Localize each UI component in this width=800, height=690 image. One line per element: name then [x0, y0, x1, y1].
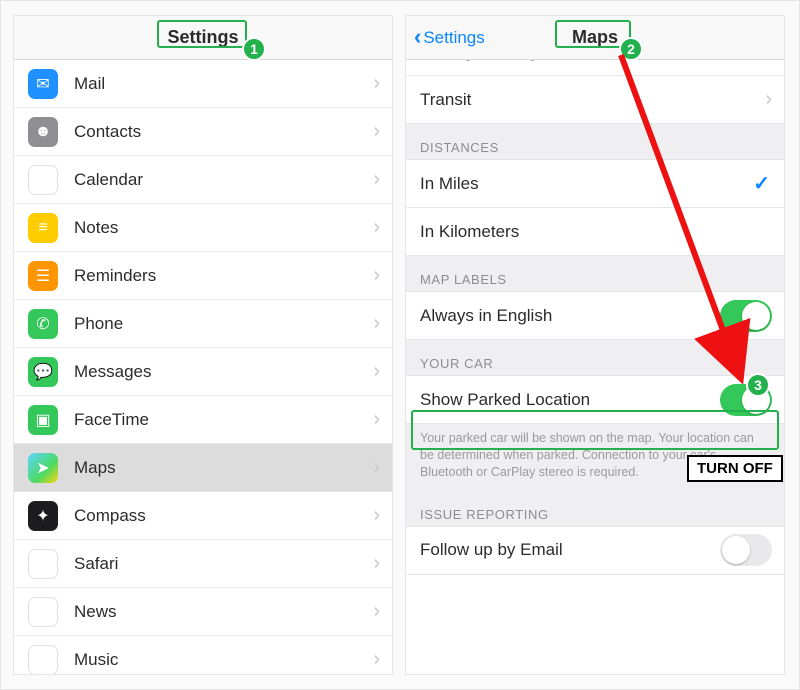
chevron-right-icon: ›	[373, 168, 380, 191]
safari-icon: ◎	[28, 549, 58, 579]
annotation-turn-off-label: TURN OFF	[687, 455, 783, 482]
row-always-english[interactable]: Always in English	[406, 292, 784, 340]
chevron-right-icon: ›	[373, 312, 380, 335]
compass-icon: ✦	[28, 501, 58, 531]
group-map-labels: MAP LABELS	[406, 256, 784, 292]
settings-row-calendar[interactable]: 17 Calendar ›	[14, 156, 392, 204]
annotation-badge-1: 1	[242, 37, 266, 61]
settings-panel: Settings ✉︎ Mail › ☻ Contacts › 17 Calen…	[13, 15, 393, 675]
maps-title: Maps	[572, 27, 618, 48]
settings-row-messages[interactable]: 💬 Messages ›	[14, 348, 392, 396]
row-show-parked-location[interactable]: Show Parked Location	[406, 376, 784, 424]
contacts-icon: ☻	[28, 117, 58, 147]
settings-row-maps[interactable]: ➤ Maps ›	[14, 444, 392, 492]
settings-row-label: Calendar	[74, 170, 143, 190]
settings-row-phone[interactable]: ✆ Phone ›	[14, 300, 392, 348]
chevron-right-icon: ›	[373, 456, 380, 479]
settings-row-facetime[interactable]: ▣ FaceTime ›	[14, 396, 392, 444]
row-label: Always in English	[420, 306, 552, 326]
calendar-icon: 17	[28, 165, 58, 195]
settings-row-label: Contacts	[74, 122, 141, 142]
settings-navbar: Settings	[14, 16, 392, 60]
row-label: Show Parked Location	[420, 390, 590, 410]
maps-icon: ➤	[28, 453, 58, 483]
news-icon: N	[28, 597, 58, 627]
settings-row-notes[interactable]: ≡ Notes ›	[14, 204, 392, 252]
settings-row-label: Mail	[74, 74, 105, 94]
chevron-right-icon: ›	[373, 600, 380, 623]
settings-row-reminders[interactable]: ☰ Reminders ›	[14, 252, 392, 300]
messages-icon: 💬	[28, 357, 58, 387]
reminders-icon: ☰	[28, 261, 58, 291]
music-icon: ♫	[28, 645, 58, 675]
settings-title: Settings	[167, 27, 238, 48]
settings-row-label: Compass	[74, 506, 146, 526]
row-in-miles[interactable]: In Miles ✓	[406, 160, 784, 208]
settings-row-label: Maps	[74, 458, 116, 478]
chevron-right-icon: ›	[765, 88, 772, 111]
settings-row-music[interactable]: ♫ Music ›	[14, 636, 392, 675]
chevron-right-icon: ›	[373, 408, 380, 431]
toggle-always-english[interactable]	[720, 300, 772, 332]
chevron-right-icon: ›	[373, 120, 380, 143]
back-button[interactable]: ‹ Settings	[414, 28, 485, 48]
checkmark-icon: ✓	[753, 171, 770, 196]
chevron-right-icon: ›	[373, 360, 380, 383]
row-in-kilometers[interactable]: In Kilometers	[406, 208, 784, 256]
chevron-right-icon: ›	[373, 648, 380, 671]
notes-icon: ≡	[28, 213, 58, 243]
toggle-follow-up-email[interactable]	[720, 534, 772, 566]
annotation-badge-2: 2	[619, 37, 643, 61]
group-distances: DISTANCES	[406, 124, 784, 160]
maps-navbar: ‹ Settings Maps	[406, 16, 784, 60]
row-label: Driving & Navigation	[420, 60, 574, 62]
chevron-right-icon: ›	[373, 216, 380, 239]
envelope-icon: ✉︎	[28, 69, 58, 99]
settings-row-compass[interactable]: ✦ Compass ›	[14, 492, 392, 540]
back-label: Settings	[423, 28, 484, 48]
row-driving-navigation-clipped: Driving & Navigation ›	[406, 60, 784, 76]
row-label: Follow up by Email	[420, 540, 563, 560]
row-follow-up-email[interactable]: Follow up by Email	[406, 527, 784, 575]
settings-row-mail[interactable]: ✉︎ Mail ›	[14, 60, 392, 108]
settings-row-label: Phone	[74, 314, 123, 334]
chevron-left-icon: ‹	[414, 26, 421, 48]
settings-row-label: Safari	[74, 554, 118, 574]
maps-panel: ‹ Settings Maps Driving & Navigation › T…	[405, 15, 785, 675]
row-label: In Miles	[420, 174, 479, 194]
settings-row-contacts[interactable]: ☻ Contacts ›	[14, 108, 392, 156]
row-label: Transit	[420, 90, 471, 110]
row-label: In Kilometers	[420, 222, 519, 242]
chevron-right-icon: ›	[373, 552, 380, 575]
group-your-car: YOUR CAR	[406, 340, 784, 376]
settings-row-label: FaceTime	[74, 410, 149, 430]
chevron-right-icon: ›	[373, 504, 380, 527]
row-transit[interactable]: Transit ›	[406, 76, 784, 124]
chevron-right-icon: ›	[765, 60, 772, 63]
facetime-icon: ▣	[28, 405, 58, 435]
phone-icon: ✆	[28, 309, 58, 339]
settings-row-label: Reminders	[74, 266, 156, 286]
group-issue-reporting: ISSUE REPORTING	[406, 491, 784, 527]
row-driving-navigation[interactable]: Driving & Navigation ›	[406, 60, 784, 76]
chevron-right-icon: ›	[373, 264, 380, 287]
settings-row-safari[interactable]: ◎ Safari ›	[14, 540, 392, 588]
settings-row-label: News	[74, 602, 117, 622]
chevron-right-icon: ›	[373, 72, 380, 95]
annotation-badge-3: 3	[746, 373, 770, 397]
screenshot-stage: Settings ✉︎ Mail › ☻ Contacts › 17 Calen…	[0, 0, 800, 690]
settings-row-news[interactable]: N News ›	[14, 588, 392, 636]
settings-row-label: Notes	[74, 218, 118, 238]
settings-row-label: Music	[74, 650, 118, 670]
settings-row-label: Messages	[74, 362, 151, 382]
